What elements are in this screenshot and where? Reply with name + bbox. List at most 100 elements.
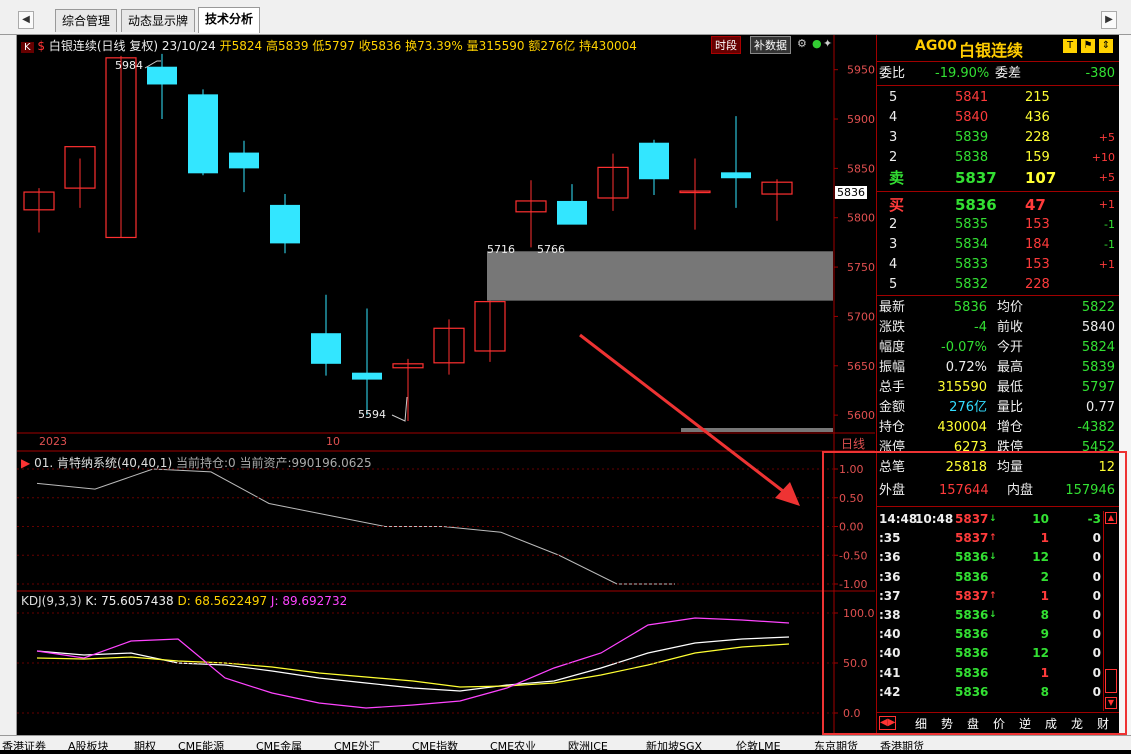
arrows-icon[interactable]: ⇕ [1099, 39, 1113, 53]
stat-row: 涨跌 -4 前收 5840 [877, 318, 1119, 338]
stat-label-2: 量比 [997, 400, 1024, 415]
stat-label-2: 最高 [997, 360, 1024, 375]
tab-dynamic-board[interactable]: 动态显示牌 [121, 9, 196, 32]
kdj-k-line [36, 636, 790, 692]
level-change: +1 [1098, 258, 1115, 271]
level-price: 5836 [955, 196, 997, 214]
market-tab[interactable]: CME外汇 [334, 738, 380, 754]
bid-level-row[interactable]: 5 5832 228 [877, 275, 1119, 295]
year-label: 2023 [39, 435, 67, 448]
month-label: 10 [326, 435, 340, 448]
bid-level-row[interactable]: 4 5833 153 +1 [877, 255, 1119, 275]
stat-value-2: 0.77 [1086, 400, 1115, 415]
level-volume: 107 [1025, 169, 1057, 187]
bid-level-row[interactable]: 2 5835 153 -1 [877, 215, 1119, 235]
level-label: 5 [889, 90, 898, 105]
level-change: +10 [1091, 151, 1115, 164]
market-tab[interactable]: 东京期货 [814, 738, 858, 754]
stat-label-1: 金额 [879, 400, 906, 415]
stat-label-2: 最低 [997, 380, 1024, 395]
price-tick-label: 5950 [847, 64, 875, 77]
stat-value-2: 5840 [1081, 320, 1115, 335]
stat-value-2: 5839 [1081, 360, 1115, 375]
market-tab[interactable]: 香港证券 [2, 738, 46, 754]
kdj-header: KDJ(9,3,3) K: 75.6057438 D: 68.5622497 J… [21, 594, 347, 608]
price-tick-label: 5650 [847, 360, 875, 373]
kdj-k-value: K: 75.6057438 [85, 594, 174, 608]
stat-label-2: 均价 [997, 300, 1024, 315]
market-tab[interactable]: 欧洲ICE [568, 738, 608, 754]
ask-level-row[interactable]: 2 5838 159 +10 [877, 148, 1119, 168]
kdj-label[interactable]: KDJ(9,3,3) [21, 594, 82, 608]
price-tick-label: 5900 [847, 113, 875, 126]
t-icon[interactable]: T [1063, 39, 1077, 53]
level-label: 2 [889, 150, 898, 165]
flag-icon[interactable]: ⚑ [1081, 39, 1095, 53]
market-tab[interactable]: 新加坡SGX [646, 738, 702, 754]
bid-level-row[interactable]: 3 5834 184 -1 [877, 235, 1119, 255]
weibi-label: 委比 [879, 66, 906, 81]
price-tick-label: 5750 [847, 261, 875, 274]
market-tab[interactable]: 伦敦LME [736, 738, 781, 754]
level-label: 买 [889, 196, 905, 214]
current-price-tag: 5836 [835, 186, 867, 199]
tab-scroll-left-button[interactable]: ◀ [18, 11, 34, 29]
market-tab[interactable]: CME指数 [412, 738, 458, 754]
stat-label-1: 振幅 [879, 360, 906, 375]
stat-row: 金额 276亿 量比 0.77 [877, 398, 1119, 418]
level-price: 5833 [955, 257, 989, 272]
level-price: 5835 [955, 217, 989, 232]
ask-level-row[interactable]: 5 5841 215 [877, 88, 1119, 108]
level-price: 5841 [955, 90, 989, 105]
stat-value-1: 276亿 [949, 400, 987, 415]
level-change: +5 [1098, 171, 1115, 184]
low-annotation: 5594 [358, 408, 386, 421]
candle-body [639, 142, 669, 180]
price-tick-label: 5600 [847, 409, 875, 422]
indicator1-holding: 当前持仓:0 [175, 456, 236, 470]
ask-level-row[interactable]: 4 5840 436 [877, 108, 1119, 128]
stat-label-1: 幅度 [879, 340, 906, 355]
indicator1-assets: 当前资产:990196.0625 [239, 456, 372, 470]
ask-level-row[interactable]: 3 5839 228 +5 [877, 128, 1119, 148]
level-price: 5838 [955, 150, 989, 165]
market-tab[interactable]: CME金属 [256, 738, 302, 754]
indicator1-label[interactable]: 01. 肯特纳系统(40,40,1) [34, 456, 172, 470]
market-tab[interactable]: CME能源 [178, 738, 224, 754]
price-tick-label: 5700 [847, 310, 875, 323]
kdj-d-line [36, 643, 790, 688]
stat-label-2: 今开 [997, 340, 1024, 355]
market-tab[interactable]: A股板块 [68, 738, 109, 754]
tab-scroll-right-button[interactable]: ▶ [1101, 11, 1117, 29]
level-volume: 228 [1025, 277, 1050, 292]
stat-value-2: 5797 [1081, 380, 1115, 395]
stat-value-1: 430004 [937, 420, 987, 435]
highlight-box [822, 451, 1127, 735]
stat-label-1: 总手 [879, 380, 906, 395]
period-label[interactable]: 日线 [841, 435, 865, 452]
level-label: 卖 [889, 169, 905, 187]
stat-label-2: 增仓 [997, 420, 1024, 435]
high-annotation: 5984 [115, 59, 143, 72]
level-price: 5837 [955, 169, 997, 187]
contract-code: AG00 [915, 38, 957, 54]
price-tick-label: 5800 [847, 212, 875, 225]
tab-technical-analysis[interactable]: 技术分析 [198, 7, 261, 33]
ask-level-row[interactable]: 卖 5837 107 +5 [877, 168, 1119, 188]
stat-value-1: -4 [974, 320, 987, 335]
annotation-arrow [579, 333, 800, 506]
contract-name: 白银连续 [959, 41, 1024, 60]
level-change: -1 [1104, 238, 1115, 251]
indicator1-toggle-icon[interactable]: ▶ [21, 456, 30, 470]
level-volume: 436 [1025, 110, 1050, 125]
bid-level-row[interactable]: 买 5836 47 +1 [877, 195, 1119, 215]
level-volume: 215 [1025, 90, 1050, 105]
tab-comprehensive[interactable]: 综合管理 [55, 9, 118, 32]
stat-value-1: 0.72% [945, 360, 987, 375]
candle-body [147, 66, 177, 85]
market-tab[interactable]: 期权 [134, 738, 156, 754]
market-tab[interactable]: 香港期货 [880, 738, 924, 754]
stat-row: 持仓 430004 增仓 -4382 [877, 418, 1119, 438]
price-tick-label: 5850 [847, 162, 875, 175]
market-tab[interactable]: CME农业 [490, 738, 536, 754]
